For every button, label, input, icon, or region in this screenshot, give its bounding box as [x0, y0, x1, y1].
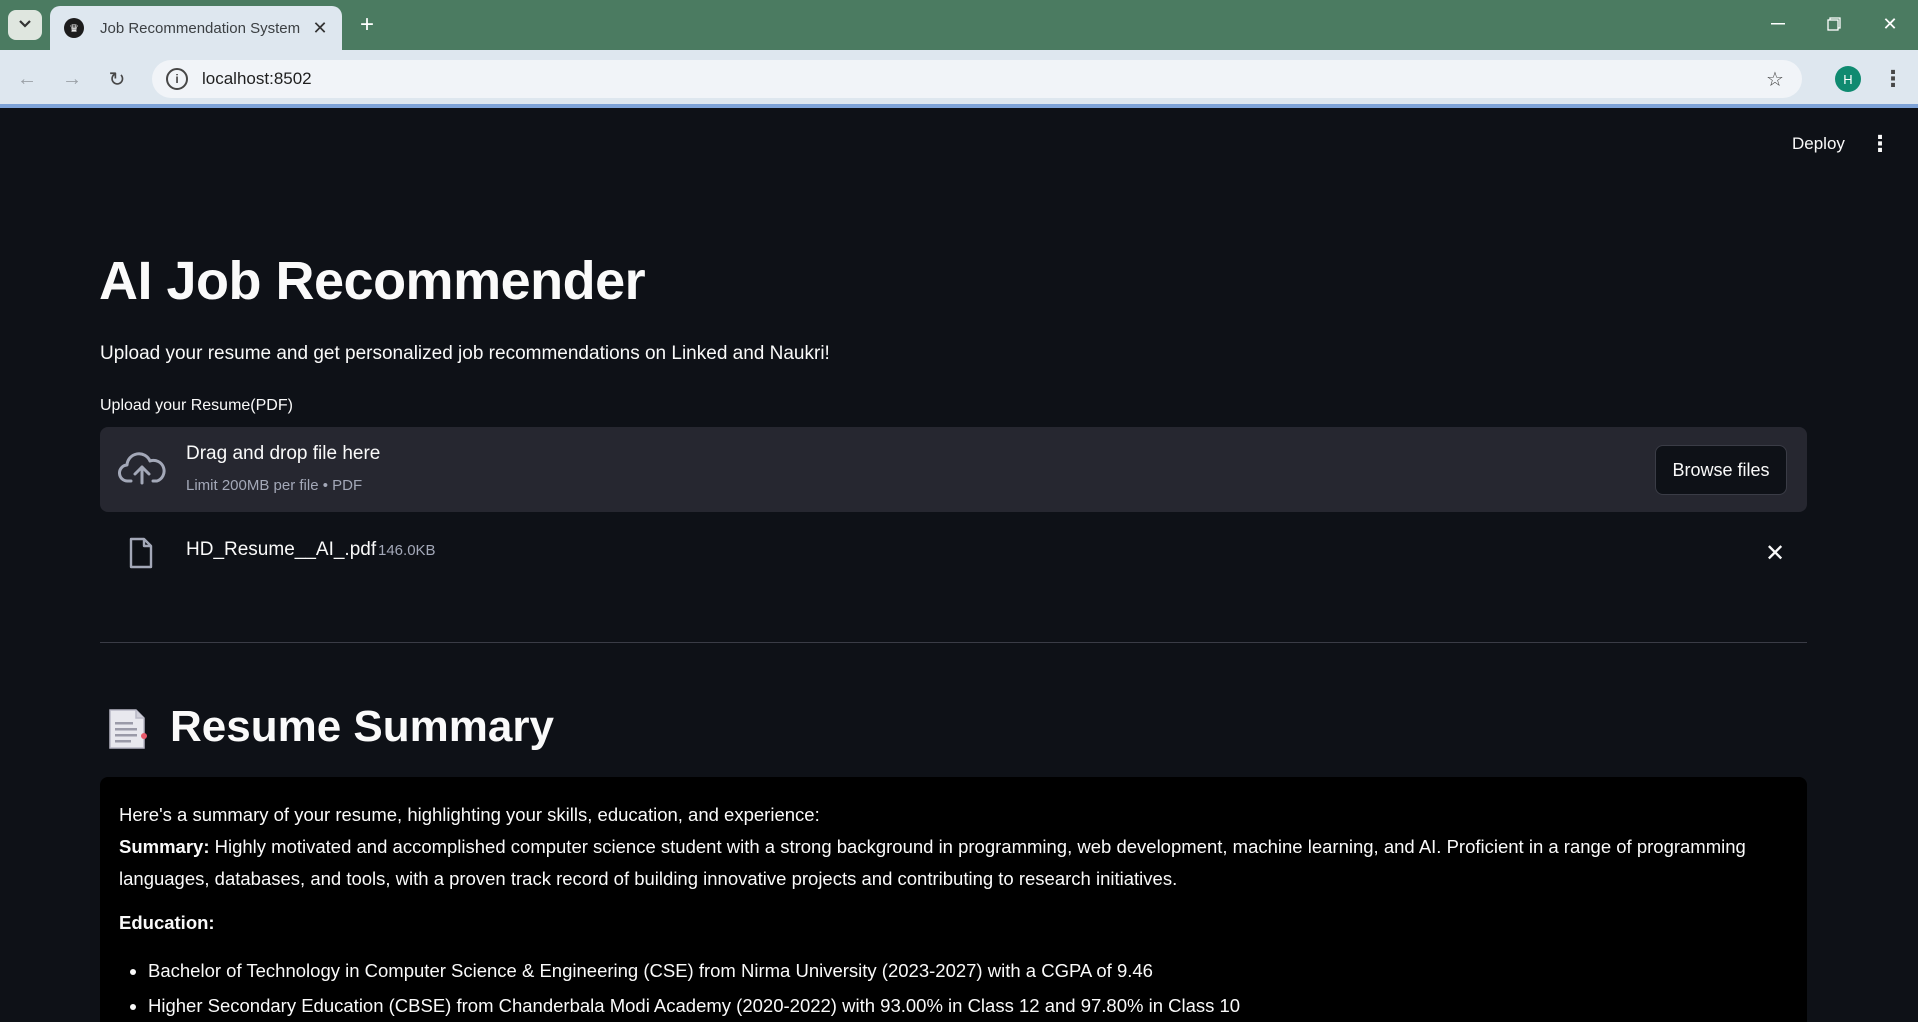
uploaded-file-row: HD_Resume__AI_.pdf 146.0KB ✕ [100, 530, 1807, 576]
summary-label: Summary: [119, 836, 210, 857]
avatar[interactable]: H [1835, 66, 1861, 92]
resume-summary-box: Here's a summary of your resume, highlig… [100, 777, 1807, 1022]
chevron-down-icon [18, 16, 32, 34]
info-icon[interactable]: i [166, 68, 188, 90]
browse-files-button[interactable]: Browse files [1655, 445, 1787, 495]
star-icon[interactable]: ☆ [1760, 67, 1790, 92]
remove-file-icon[interactable]: ✕ [1760, 538, 1790, 568]
browser-tab[interactable]: ♛ Job Recommendation System ✕ [50, 6, 342, 50]
dropzone-instructions: Drag and drop file here [186, 443, 381, 464]
divider [100, 642, 1807, 643]
cloud-upload-icon [118, 447, 166, 491]
restore-icon[interactable] [1806, 0, 1862, 48]
url-text[interactable]: localhost:8502 [202, 69, 1760, 89]
list-item: Higher Secondary Education (CBSE) from C… [148, 988, 1788, 1022]
browser-tabbar: ♛ Job Recommendation System ✕ + ✕ [0, 0, 1918, 50]
uploaded-file-name: HD_Resume__AI_.pdf [186, 539, 377, 560]
section-title-resume-summary: Resume Summary [170, 702, 554, 751]
education-list: Bachelor of Technology in Computer Scien… [119, 953, 1788, 1022]
education-heading: Education: [119, 912, 215, 933]
page-title: AI Job Recommender [99, 251, 646, 311]
tab-title: Job Recommendation System [100, 19, 301, 37]
list-item: Bachelor of Technology in Computer Scien… [148, 953, 1788, 988]
dropzone-limit: Limit 200MB per file • PDF [186, 477, 363, 494]
deploy-button[interactable]: Deploy [1782, 130, 1855, 158]
summary-intro: Here's a summary of your resume, highlig… [119, 804, 820, 825]
kebab-icon[interactable]: ⋮ [1880, 64, 1906, 94]
plus-icon[interactable]: + [352, 10, 382, 40]
forward-icon[interactable]: → [57, 64, 87, 94]
crown-icon: ♛ [64, 18, 84, 38]
tab-search-button[interactable] [8, 10, 42, 40]
reload-icon[interactable]: ↻ [102, 64, 132, 94]
file-dropzone[interactable]: Drag and drop file here Limit 200MB per … [100, 427, 1807, 512]
document-emoji-icon [106, 706, 150, 752]
file-icon [128, 537, 154, 569]
address-bar[interactable]: i localhost:8502 ☆ [152, 60, 1802, 98]
main-menu-icon[interactable]: ⋮ [1868, 130, 1892, 158]
minimize-icon[interactable] [1750, 0, 1806, 48]
summary-text: Highly motivated and accomplished comput… [119, 836, 1746, 889]
close-icon[interactable]: ✕ [306, 14, 334, 42]
summary-paragraph: Summary: Highly motivated and accomplish… [119, 831, 1788, 895]
page-subtitle: Upload your resume and get personalized … [100, 343, 830, 364]
uploaded-file-size: 146.0KB [378, 542, 436, 559]
window-close-icon[interactable]: ✕ [1862, 0, 1918, 48]
upload-label: Upload your Resume(PDF) [100, 397, 293, 414]
back-icon[interactable]: ← [12, 64, 42, 94]
browser-toolbar: ← → ↻ i localhost:8502 ☆ H ⋮ [0, 50, 1918, 108]
